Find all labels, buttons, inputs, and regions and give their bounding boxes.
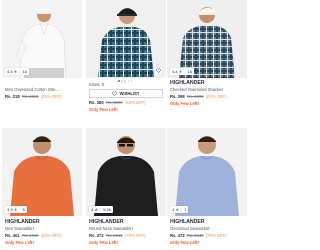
product-brand: HIGHLANDER: [170, 219, 205, 225]
carousel-dot[interactable]: [124, 80, 126, 82]
stock-status: Only Few Left!: [5, 240, 34, 245]
product-image[interactable]: [86, 0, 166, 78]
wishlist-button[interactable]: WISHLIST: [89, 89, 163, 98]
heart-icon: [112, 91, 118, 96]
rating-count: 16: [22, 69, 28, 74]
price: Rs. 380: [89, 100, 104, 105]
star-icon: ★: [175, 207, 179, 212]
stock-status: Only Few Left!: [170, 240, 199, 245]
rating-badge: 4.4 ★ | 16: [5, 68, 30, 75]
product-card[interactable]: 4 ★ | 7 HIGHLANDER Oversized Sweatshirt …: [167, 128, 247, 250]
discount: (80% OFF): [40, 233, 62, 238]
product-brand: HIGHLANDER: [170, 80, 205, 86]
product-photo: [2, 0, 82, 78]
price: Rs. 318: [5, 94, 20, 99]
product-title: Oversized Sweatshirt: [170, 226, 210, 231]
price-row: Rs. 398 Rs. 2399 (83% OFF): [170, 94, 227, 99]
heart-icon: [156, 68, 161, 73]
mrp: Rs. 1999: [21, 233, 39, 238]
product-image[interactable]: 4.4 ★ | 16: [167, 0, 247, 78]
sizes-available: Sizes: S: [89, 82, 105, 87]
product-photo: [86, 128, 166, 216]
product-title: Men Sweatshirt: [5, 226, 34, 231]
product-grid: 4.4 ★ | 16 Men Oversized Cotton Stre... …: [0, 0, 247, 250]
product-title: Checked Oversized Shacket: [170, 87, 223, 92]
product-image[interactable]: 3.9 ★ | 6: [2, 128, 82, 216]
stock-status: Only Few Left!: [170, 101, 199, 106]
product-brand: HIGHLANDER: [5, 219, 40, 225]
mrp: Rs. 2399: [186, 94, 204, 99]
stock-status: Only Few Left!: [89, 107, 118, 112]
mrp: Rs. 2249: [105, 233, 123, 238]
discount: (85% OFF): [40, 94, 62, 99]
rating-value: 4: [91, 207, 94, 212]
price: Rs. 401: [5, 233, 20, 238]
rating-separator: |: [19, 69, 21, 74]
product-image[interactable]: 4 ★ | 7: [167, 128, 247, 216]
rating-value: 4.4: [7, 69, 13, 74]
product-card[interactable]: 4.4 ★ | 16 HIGHLANDER Checked Oversized …: [167, 0, 247, 125]
product-photo: [167, 128, 247, 216]
discount: (79% OFF): [205, 233, 227, 238]
rating-separator: |: [100, 207, 102, 212]
star-icon: ★: [178, 69, 183, 74]
product-card[interactable]: 4.4 ★ | 16 Men Oversized Cotton Stre... …: [2, 0, 82, 125]
rating-badge: 4.4 ★ | 16: [170, 68, 195, 75]
carousel-dot[interactable]: [127, 80, 130, 82]
rating-badge: 4 ★ | 7: [170, 206, 189, 213]
rating-separator: |: [19, 207, 21, 212]
rating-value: 4.4: [172, 69, 178, 74]
carousel-dot[interactable]: [121, 80, 123, 82]
stock-status: Only Few Left!: [89, 240, 118, 245]
price: Rs. 472: [170, 233, 185, 238]
rating-count: 16: [187, 69, 193, 74]
mrp: Rs. 2099: [21, 94, 39, 99]
rating-count: 6: [22, 207, 25, 212]
mrp: Rs. 2249: [186, 233, 204, 238]
product-card[interactable]: Sizes: S WISHLIST Rs. 380 Rs. 2299 (83% …: [86, 0, 166, 125]
product-photo: [86, 0, 166, 78]
star-icon: ★: [94, 207, 98, 212]
star-icon: ★: [13, 69, 18, 74]
price-row: Rs. 401 Rs. 1999 (80% OFF): [5, 233, 62, 238]
discount: (79% OFF): [124, 233, 146, 238]
rating-value: 4: [172, 207, 175, 212]
rating-value: 3.9: [7, 207, 13, 212]
rating-count: 5.2k: [103, 207, 111, 212]
product-title: Men Oversized Cotton Stre...: [5, 87, 59, 92]
wishlist-label: WISHLIST: [119, 91, 140, 96]
product-image[interactable]: 4 ★ | 5.2k: [86, 128, 166, 216]
discount: (83% OFF): [124, 100, 146, 105]
rating-count: 7: [184, 207, 187, 212]
price-row: Rs. 472 Rs. 2249 (79% OFF): [170, 233, 227, 238]
rating-separator: |: [184, 69, 186, 74]
rating-separator: |: [181, 207, 183, 212]
price-row: Rs. 380 Rs. 2299 (83% OFF): [89, 100, 146, 105]
product-image[interactable]: 4.4 ★ | 16: [2, 0, 82, 78]
product-photo: [167, 0, 247, 78]
price-row: Rs. 472 Rs. 2249 (79% OFF): [89, 233, 146, 238]
rating-badge: 3.9 ★ | 6: [5, 206, 27, 213]
product-card[interactable]: 3.9 ★ | 6 HIGHLANDER Men Sweatshirt Rs. …: [2, 128, 82, 250]
mrp: Rs. 2299: [105, 100, 123, 105]
carousel-dot[interactable]: [118, 80, 120, 82]
product-card[interactable]: 4 ★ | 5.2k HIGHLANDER Round Neck Sweatsh…: [86, 128, 166, 250]
price-row: Rs. 318 Rs. 2099 (85% OFF): [5, 94, 62, 99]
discount: (83% OFF): [205, 94, 227, 99]
carousel-dots[interactable]: [118, 80, 133, 82]
star-icon: ★: [13, 207, 18, 212]
price: Rs. 398: [170, 94, 185, 99]
product-brand: HIGHLANDER: [89, 219, 124, 225]
product-title: Round Neck Sweatshirt: [89, 226, 133, 231]
rating-badge: 4 ★ | 5.2k: [89, 206, 113, 213]
price: Rs. 472: [89, 233, 104, 238]
product-photo: [2, 128, 82, 216]
wishlist-heart-badge[interactable]: [154, 66, 163, 75]
carousel-dot[interactable]: [130, 80, 133, 82]
